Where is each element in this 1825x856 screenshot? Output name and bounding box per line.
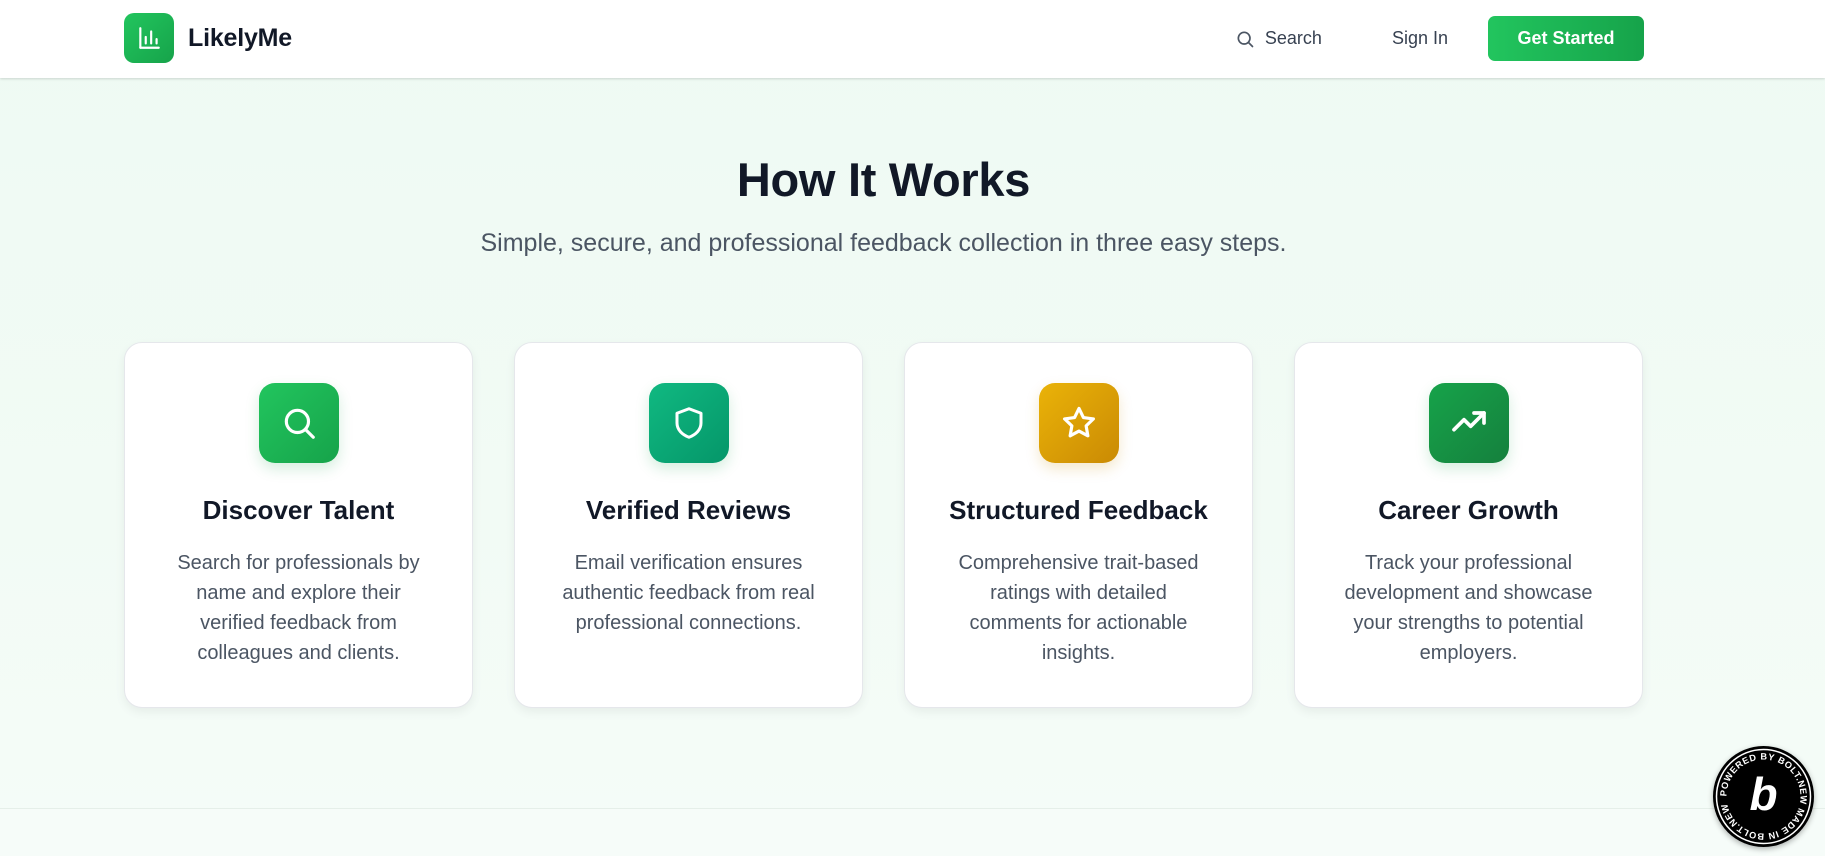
card-title: Discover Talent: [202, 495, 395, 525]
sign-in-link[interactable]: Sign In: [1392, 28, 1448, 49]
section-subtitle: Simple, secure, and professional feedbac…: [480, 229, 1287, 257]
star-icon: [1038, 383, 1119, 463]
trending-up-icon: [1428, 383, 1509, 463]
card-title: Structured Feedback: [949, 495, 1208, 525]
header-nav: Search Sign In Get Started: [1235, 16, 1644, 61]
feature-card-structured-feedback: Structured Feedback Comprehensive trait-…: [904, 342, 1253, 708]
feature-card-verified-reviews: Verified Reviews Email verification ensu…: [514, 342, 863, 708]
top-navbar: LikelyMe Search Sign In Get Started: [0, 0, 1825, 78]
search-link[interactable]: Search: [1235, 28, 1322, 49]
search-icon: [1237, 31, 1254, 47]
card-description: Comprehensive trait-based ratings with d…: [958, 552, 1199, 664]
card-title: Verified Reviews: [585, 495, 792, 525]
bolt-logo-letter: b: [1749, 768, 1777, 820]
brand-logo[interactable]: LikelyMe: [124, 13, 292, 63]
card-title: Career Growth: [1378, 495, 1559, 525]
feature-card-discover-talent: Discover Talent Search for professionals…: [124, 342, 473, 708]
card-description: Search for professionals by name and exp…: [177, 552, 420, 664]
section-title: How It Works: [736, 153, 1031, 206]
feature-card-career-growth: Career Growth Track your professional de…: [1294, 342, 1643, 708]
get-started-button[interactable]: Get Started: [1488, 16, 1644, 61]
card-description: Email verification ensures authentic fee…: [562, 552, 815, 634]
search-icon: [258, 383, 339, 463]
search-label: Search: [1264, 28, 1322, 48]
bolt-badge[interactable]: POWERED BY BOLT.NEW MADE IN BOLT.NEW b: [1713, 746, 1814, 847]
card-description: Track your professional development and …: [1344, 552, 1593, 664]
next-section-strip: [0, 809, 1825, 856]
bar-chart-icon: [124, 13, 174, 63]
feature-cards: Discover Talent Search for professionals…: [124, 342, 1643, 708]
brand-name: LikelyMe: [188, 23, 293, 52]
shield-icon: [648, 383, 729, 463]
